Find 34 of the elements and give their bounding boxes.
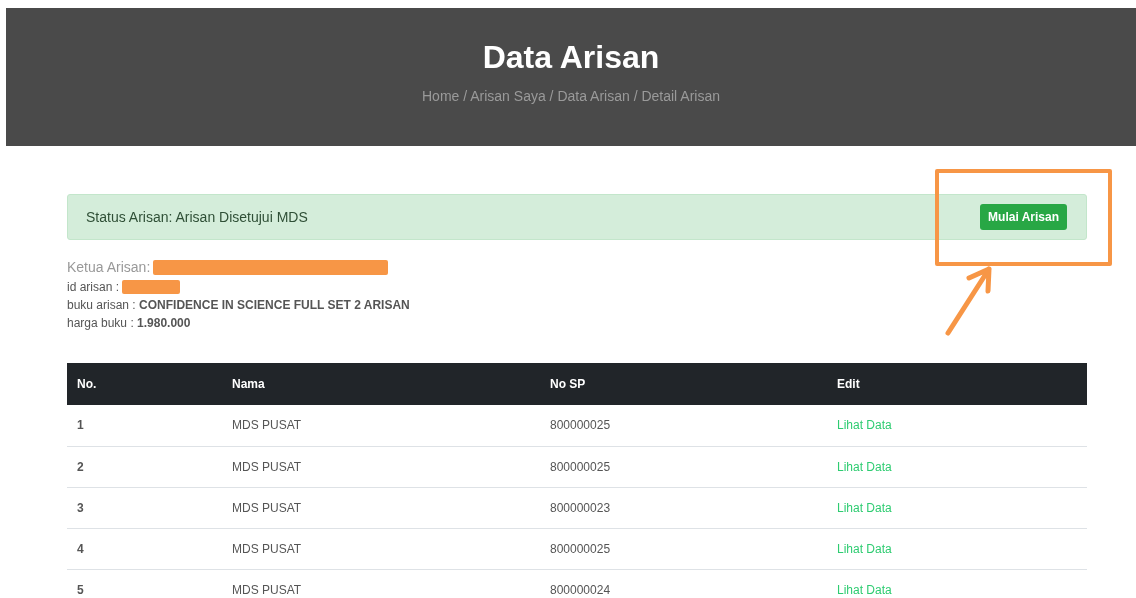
table-cell: MDS PUSAT — [222, 528, 540, 569]
table-cell: 5 — [67, 569, 222, 598]
view-data-link[interactable]: Lihat Data — [837, 418, 892, 433]
breadcrumb: Home / Arisan Saya / Data Arisan / Detail Arisan — [422, 87, 720, 106]
table-cell: 2 — [67, 446, 222, 487]
leader-label: Ketua Arisan: — [67, 257, 151, 277]
table-cell: 800000025 — [540, 528, 827, 569]
table-cell: 3 — [67, 487, 222, 528]
page-title: Data Arisan — [482, 38, 660, 76]
view-data-link[interactable]: Lihat Data — [837, 459, 892, 474]
table-cell: 800000025 — [540, 446, 827, 487]
id-label: id arisan : — [67, 279, 120, 296]
table-cell: MDS PUSAT — [222, 487, 540, 528]
column-header: No. — [67, 363, 222, 405]
column-header: Edit — [827, 363, 1087, 405]
table-cell: MDS PUSAT — [222, 405, 540, 446]
book-info: buku arisan : CONFIDENCE IN SCIENCE FULL SET 2 ARISAN — [67, 297, 411, 314]
price-info: harga buku : 1.980.000 — [67, 315, 192, 332]
table-cell: 800000024 — [540, 569, 827, 598]
table-cell: 800000025 — [540, 405, 827, 446]
arrow-icon — [944, 265, 994, 337]
redaction-mark — [122, 280, 181, 294]
view-data-link[interactable]: Lihat Data — [837, 500, 892, 515]
start-button[interactable]: Mulai Arisan — [980, 204, 1067, 230]
table-cell: 800000023 — [540, 487, 827, 528]
status-text: Status Arisan: Arisan Disetujui MDS — [86, 207, 308, 227]
column-header: Nama — [222, 363, 540, 405]
table-cell: MDS PUSAT — [222, 569, 540, 598]
table-cell: 1 — [67, 405, 222, 446]
table-cell: 4 — [67, 528, 222, 569]
view-data-link[interactable]: Lihat Data — [837, 541, 892, 556]
table-cell: MDS PUSAT — [222, 446, 540, 487]
view-data-link[interactable]: Lihat Data — [837, 582, 892, 597]
column-header: No SP — [540, 363, 827, 405]
